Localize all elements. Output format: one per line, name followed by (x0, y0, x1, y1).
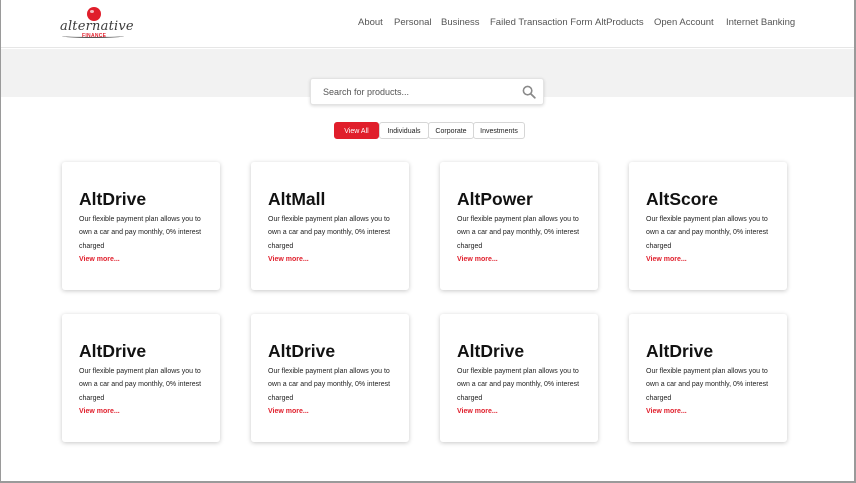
product-title: AltDrive (79, 189, 147, 209)
nav-item-personal[interactable]: Personal (394, 17, 432, 28)
nav-item-failed-transaction-form[interactable]: Failed Transaction Form (490, 17, 592, 28)
product-description: Our flexible payment plan allows you to … (646, 216, 769, 250)
nav-item-altproducts[interactable]: AltProducts (595, 17, 644, 28)
view-more-link[interactable]: View more... (79, 408, 120, 415)
product-card-altmall: AltMall Our flexible payment plan allows… (251, 162, 409, 290)
filter-investments[interactable]: Investments (473, 122, 525, 139)
product-title: AltDrive (457, 341, 525, 361)
view-more-link[interactable]: View more... (646, 256, 687, 263)
product-title: AltDrive (268, 341, 336, 361)
product-title: AltMall (268, 189, 326, 209)
filter-corporate[interactable]: Corporate (428, 122, 474, 139)
product-title: AltDrive (79, 341, 147, 361)
nav-item-about[interactable]: About (358, 17, 383, 28)
view-more-link[interactable]: View more... (457, 408, 498, 415)
product-description: Our flexible payment plan allows you to … (457, 368, 580, 402)
view-more-link[interactable]: View more... (268, 408, 309, 415)
product-description: Our flexible payment plan allows you to … (79, 216, 202, 250)
nav-item-open-account[interactable]: Open Account (654, 17, 714, 28)
logo-subtext: FINANCE (82, 33, 107, 39)
product-card-altdrive-4: AltDrive Our flexible payment plan allow… (440, 314, 598, 442)
product-card-altscore: AltScore Our flexible payment plan allow… (629, 162, 787, 290)
nav-item-business[interactable]: Business (441, 17, 480, 28)
view-more-link[interactable]: View more... (268, 256, 309, 263)
filter-individuals[interactable]: Individuals (379, 122, 429, 139)
product-card-altdrive: AltDrive Our flexible payment plan allow… (62, 162, 220, 290)
product-title: AltScore (646, 189, 718, 209)
main-nav: About Personal Business Failed Transacti… (0, 17, 856, 31)
nav-item-internet-banking[interactable]: Internet Banking (726, 17, 795, 28)
product-card-altpower: AltPower Our flexible payment plan allow… (440, 162, 598, 290)
filter-view-all[interactable]: View All (334, 122, 379, 139)
search-box (310, 78, 544, 105)
search-icon[interactable] (522, 85, 536, 99)
view-more-link[interactable]: View more... (457, 256, 498, 263)
product-card-altdrive-2: AltDrive Our flexible payment plan allow… (62, 314, 220, 442)
product-description: Our flexible payment plan allows you to … (646, 368, 769, 402)
product-card-altdrive-5: AltDrive Our flexible payment plan allow… (629, 314, 787, 442)
view-more-link[interactable]: View more... (646, 408, 687, 415)
product-title: AltPower (457, 189, 533, 209)
view-more-link[interactable]: View more... (79, 256, 120, 263)
product-description: Our flexible payment plan allows you to … (457, 216, 580, 250)
product-description: Our flexible payment plan allows you to … (268, 368, 391, 402)
product-description: Our flexible payment plan allows you to … (79, 368, 202, 402)
search-input[interactable] (323, 85, 513, 99)
product-description: Our flexible payment plan allows you to … (268, 216, 391, 250)
product-card-altdrive-3: AltDrive Our flexible payment plan allow… (251, 314, 409, 442)
product-title: AltDrive (646, 341, 714, 361)
site-header: alternative FINANCE About Personal Busin… (0, 0, 856, 48)
